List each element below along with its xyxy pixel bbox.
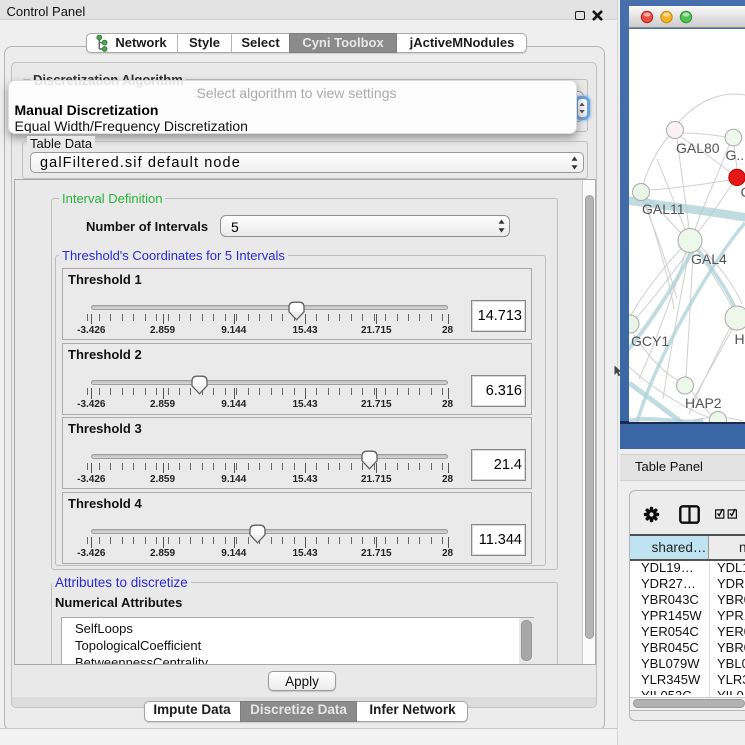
svg-text:GCY1: GCY1 xyxy=(631,333,669,349)
svg-text:HAP2: HAP2 xyxy=(685,395,722,411)
svg-text:H: H xyxy=(735,331,745,347)
svg-text:GAL4: GAL4 xyxy=(691,251,727,267)
svg-text:C: C xyxy=(741,184,745,200)
svg-text:G...: G... xyxy=(726,147,745,163)
svg-text:GAL11: GAL11 xyxy=(642,201,685,217)
svg-text:GAL80: GAL80 xyxy=(676,140,720,156)
